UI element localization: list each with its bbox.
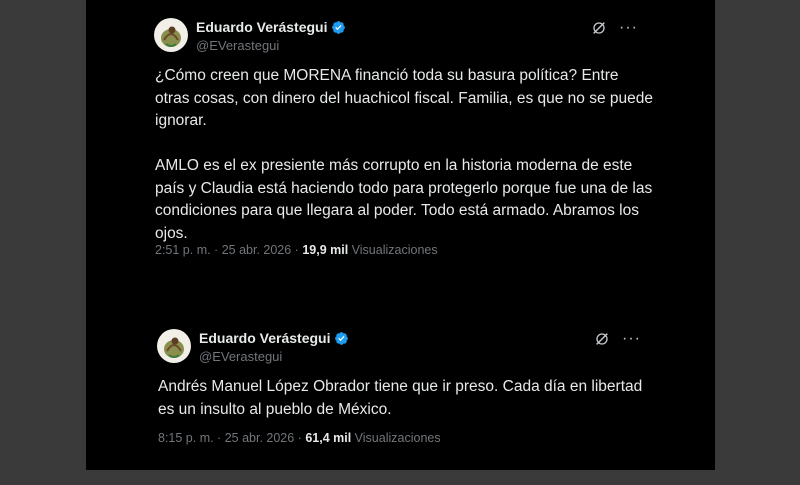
- tweet-metadata: 8:15 p. m. · 25 abr. 2026 · 61,4 mil Vis…: [158, 431, 441, 445]
- author-handle[interactable]: @EVerastegui: [199, 349, 282, 364]
- author-name[interactable]: Eduardo Verástegui: [196, 19, 327, 35]
- tweet-metadata: 2:51 p. m. · 25 abr. 2026 · 19,9 mil Vis…: [155, 243, 438, 257]
- views-label: Visualizaciones: [351, 431, 441, 445]
- tweet-text: Andrés Manuel López Obrador tiene que ir…: [158, 378, 647, 418]
- views-label: Visualizaciones: [348, 243, 438, 257]
- grok-icon[interactable]: [591, 20, 607, 36]
- tweet-timestamp[interactable]: 2:51 p. m. · 25 abr. 2026 ·: [155, 243, 302, 257]
- tweet-timestamp[interactable]: 8:15 p. m. · 25 abr. 2026 ·: [158, 431, 305, 445]
- more-options-icon[interactable]: ···: [619, 20, 638, 36]
- verified-badge-icon: [332, 20, 346, 34]
- tweet-text: ¿Cómo creen que MORENA financió toda su …: [155, 67, 654, 242]
- verified-badge-icon: [335, 331, 349, 345]
- more-options-icon[interactable]: ···: [622, 331, 641, 347]
- views-count: 19,9 mil: [302, 243, 349, 257]
- screenshot-frame: Eduardo Verástegui @EVerastegui ··· ¿Cóm…: [86, 0, 715, 470]
- avatar[interactable]: [154, 18, 188, 52]
- grok-icon[interactable]: [594, 331, 610, 347]
- author-handle[interactable]: @EVerastegui: [196, 38, 279, 53]
- avatar[interactable]: [157, 329, 191, 363]
- author-name[interactable]: Eduardo Verástegui: [199, 330, 330, 346]
- views-count: 61,4 mil: [305, 431, 352, 445]
